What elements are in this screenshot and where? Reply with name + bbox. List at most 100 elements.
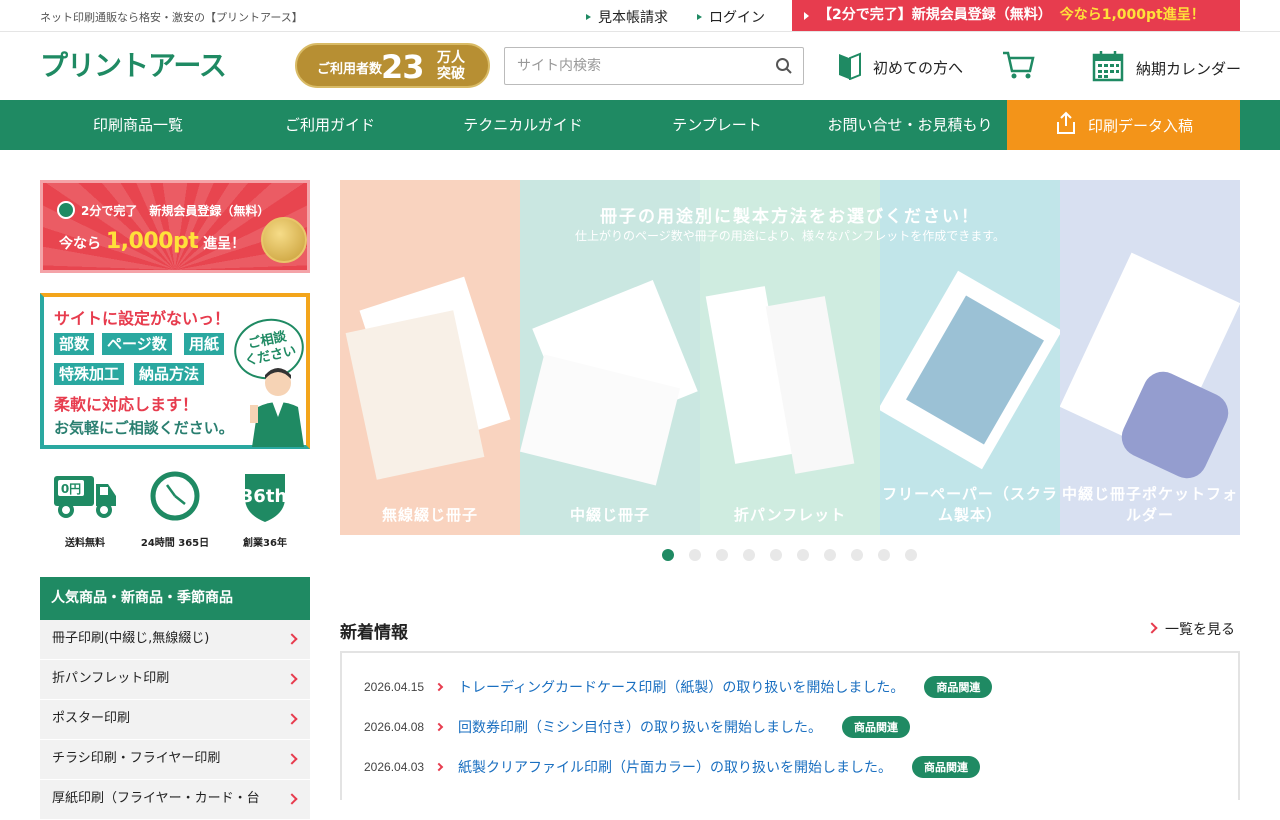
users-badge-unit-1: 万人 [437, 50, 465, 66]
hero-panel-label: 中綴じ冊子ポケットフォルダー [1061, 485, 1238, 524]
category-heading: 人気商品・新商品・季節商品 [40, 577, 310, 620]
sample-request-link[interactable]: 見本帳請求 [586, 7, 668, 27]
promo2-heading: サイトに設定がないっ！ [54, 309, 231, 328]
feature-label: 送料無料 [65, 538, 105, 549]
promo1-line2: 今なら 1,000pt 進呈！ [59, 229, 246, 254]
promo2-tag: 部数 [54, 333, 95, 355]
news-link[interactable]: トレーディングカードケース印刷（紙製）の取り扱いを開始しました。 [458, 677, 904, 697]
cart-icon [1001, 50, 1047, 84]
nav-guide[interactable]: ご利用ガイド [232, 100, 428, 150]
news-date: 2026.04.03 [364, 760, 425, 774]
category-item-cardstock[interactable]: 厚紙印刷（フライヤー・カード・台 [40, 780, 310, 820]
users-badge-unit-2: 突破 [437, 66, 465, 82]
hero-panel-label: 折パンフレット [733, 506, 847, 524]
signup-promo-banner[interactable]: 2分で完了 新規会員登録（無料） 今なら 1,000pt 進呈！ [40, 180, 310, 273]
news-item: 2026.04.15 トレーディングカードケース印刷（紙製）の取り扱いを開始しま… [364, 675, 993, 699]
search-icon[interactable] [775, 57, 793, 79]
users-badge-unit: 万人 突破 [434, 50, 468, 82]
news-tag[interactable]: 商品関連 [912, 756, 980, 778]
chevron-right-icon [434, 682, 444, 692]
signup-cta-text: 【2分で完了】新規会員登録（無料） [818, 7, 1052, 23]
news-item: 2026.04.08 回数券印刷（ミシン目付き）の取り扱いを開始しました。 商品… [364, 715, 910, 739]
shield-icon: 36th [241, 474, 289, 528]
svg-text:36th: 36th [241, 486, 287, 507]
hero-slider[interactable]: 無線綴じ冊子 中綴じ冊子 折パンフレット フリーペーパー（スクラム製本） 中綴じ… [340, 180, 1240, 535]
upload-label: 印刷データ入稿 [1087, 116, 1193, 135]
slider-dots [340, 548, 1240, 562]
news-link[interactable]: 回数券印刷（ミシン目付き）の取り扱いを開始しました。 [458, 717, 822, 737]
slider-dot[interactable] [770, 549, 782, 561]
promo2-line1: 柔軟に対応します！ [54, 395, 199, 414]
users-badge: ご利用者数 23 万人 突破 [295, 43, 490, 88]
calendar-link[interactable]: 納期カレンダー [1092, 50, 1241, 86]
clock-icon [57, 201, 75, 219]
nav-technical-guide[interactable]: テクニカルガイド [425, 100, 621, 150]
slider-dot[interactable] [905, 549, 917, 561]
slider-dot[interactable] [851, 549, 863, 561]
news-more-link[interactable]: 一覧を見る [1148, 619, 1235, 639]
login-link[interactable]: ログイン [697, 7, 765, 27]
category-item-pamphlet[interactable]: 折パンフレット印刷 [40, 660, 310, 700]
slider-dot[interactable] [824, 549, 836, 561]
consultation-banner[interactable]: サイトに設定がないっ！ 部数 ページ数 用紙 特殊加工 納品方法 柔軟に対応しま… [40, 293, 310, 449]
features-row: 0円 送料無料 24時間 365日 36th 創業36年 [40, 470, 310, 550]
beginner-guide-link[interactable]: 初めての方へ [838, 50, 963, 84]
site-logo[interactable]: プリントアース [40, 52, 227, 80]
signup-cta-highlight: 今なら1,000pt進呈！ [1059, 7, 1205, 23]
promo2-tag: 納品方法 [134, 363, 205, 385]
promo1-points: 1,000pt [105, 229, 199, 254]
feature-founded: 36th 創業36年 [220, 470, 310, 549]
svg-text:0円: 0円 [61, 482, 81, 496]
nav-contact[interactable]: お問い合せ・お見積もり [812, 100, 1008, 150]
upload-data-button[interactable]: 印刷データ入稿 [1007, 100, 1240, 150]
feature-label: 創業36年 [243, 538, 287, 549]
staff-illustration [244, 367, 306, 447]
nav-products[interactable]: 印刷商品一覧 [40, 100, 236, 150]
chevron-right-icon [434, 722, 444, 732]
search-input[interactable] [505, 48, 755, 84]
slider-dot[interactable] [662, 549, 674, 561]
promo2-line2: お気軽にご相談ください。 [54, 419, 234, 437]
beginner-guide-label: 初めての方へ [873, 58, 964, 77]
nav-templates[interactable]: テンプレート [619, 100, 815, 150]
category-item-booklet[interactable]: 冊子印刷(中綴じ,無線綴じ) [40, 620, 310, 660]
top-bar: ネット印刷通販なら格安・激安の【プリントアース】 見本帳請求 ログイン 【2分で… [0, 0, 1280, 32]
chevron-right-icon [434, 762, 444, 772]
coin-icon [261, 217, 307, 263]
news-title: 新着情報 [340, 623, 408, 643]
signup-cta-banner[interactable]: 【2分で完了】新規会員登録（無料） 今なら1,000pt進呈！ [792, 0, 1240, 31]
promo2-tag: ページ数 [102, 333, 172, 355]
slider-dot[interactable] [797, 549, 809, 561]
book-icon [838, 50, 873, 84]
users-badge-number: 23 [381, 48, 425, 86]
site-tagline: ネット印刷通販なら格安・激安の【プリントアース】 [40, 11, 303, 24]
news-date: 2026.04.15 [364, 680, 425, 694]
category-item-poster[interactable]: ポスター印刷 [40, 700, 310, 740]
hero-title: 冊子の用途別に製本方法をお選びください！ [600, 207, 980, 227]
calendar-label: 納期カレンダー [1136, 59, 1242, 78]
category-item-flyer[interactable]: チラシ印刷・フライヤー印刷 [40, 740, 310, 780]
promo2-tag: 特殊加工 [54, 363, 125, 385]
news-tag[interactable]: 商品関連 [842, 716, 910, 738]
slider-dot[interactable] [716, 549, 728, 561]
feature-label: 24時間 365日 [140, 538, 210, 549]
slider-dot[interactable] [743, 549, 755, 561]
cart-link[interactable] [1001, 50, 1047, 84]
hero-panel-label: フリーペーパー（スクラム製本） [882, 485, 1058, 524]
hero-subtitle: 仕上がりのページ数や冊子の用途により、様々なパンフレットを作成できます。 [574, 229, 1006, 243]
news-date: 2026.04.08 [364, 720, 425, 734]
feature-24h: 24時間 365日 [130, 470, 220, 549]
truck-icon: 0円 [52, 476, 118, 524]
users-badge-label: ご利用者数 [317, 62, 383, 77]
news-item: 2026.04.03 紙製クリアファイル印刷（片面カラー）の取り扱いを開始しまし… [364, 755, 980, 779]
feature-free-shipping: 0円 送料無料 [40, 470, 130, 549]
promo1-line1: 2分で完了 新規会員登録（無料） [57, 201, 269, 219]
slider-dot[interactable] [689, 549, 701, 561]
news-list: 2026.04.15 トレーディングカードケース印刷（紙製）の取り扱いを開始しま… [340, 651, 1240, 800]
site-search [504, 47, 804, 85]
news-tag[interactable]: 商品関連 [924, 676, 993, 698]
calendar-icon [1092, 50, 1136, 86]
slider-dot[interactable] [878, 549, 890, 561]
hero-panel-label: 中綴じ冊子 [569, 506, 650, 524]
news-link[interactable]: 紙製クリアファイル印刷（片面カラー）の取り扱いを開始しました。 [458, 757, 892, 777]
